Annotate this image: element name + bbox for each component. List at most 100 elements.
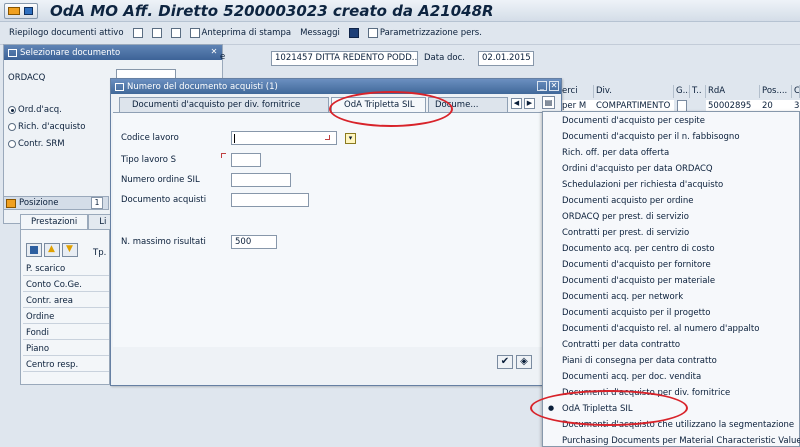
radio-label: Rich. d'acquisto [18, 122, 86, 132]
numero-ordine-input[interactable] [231, 173, 291, 187]
pencil-icon [151, 28, 162, 38]
radio-label: Contr. SRM [18, 139, 65, 149]
search-help-tab-menu: Documenti d'acquisto per cespite Documen… [542, 111, 800, 447]
menu-item[interactable]: Documenti d'acquisto per div. fornitrice [562, 388, 730, 402]
radio-icon [8, 140, 16, 148]
menu-item[interactable]: Documenti d'acquisto per fornitore [562, 260, 711, 274]
document-icon [132, 28, 143, 38]
table-icon[interactable] [26, 243, 42, 257]
tab-list-icon[interactable]: ▤ [542, 96, 555, 109]
edit-button[interactable] [149, 27, 165, 39]
menu-item[interactable]: Piani di consegna per data contratto [562, 356, 717, 370]
print-preview-label: Anteprima di stampa [201, 28, 292, 38]
supplier-field[interactable]: 1021457 DITTA REDENTO PODD... [271, 51, 418, 66]
menu-item[interactable]: Documenti d'acquisto per cespite [562, 116, 705, 130]
window-title: OdA MO Aff. Diretto 5200003023 creato da… [50, 2, 494, 20]
summary-button[interactable]: Riepilogo documenti attivo [6, 27, 127, 39]
chevron-left-icon[interactable]: ◀ [511, 98, 522, 109]
other-doc-button[interactable] [168, 27, 184, 39]
window-icon [115, 82, 124, 91]
table-header[interactable]: erci [560, 85, 594, 98]
sort-down-icon[interactable] [62, 243, 78, 257]
tab-oda-tripletta-sil[interactable]: OdA Tripletta SIL [331, 97, 426, 112]
table-header[interactable]: Pos.... [760, 85, 792, 98]
codice-lavoro-input[interactable] [231, 131, 337, 145]
menu-item[interactable]: Ordini d'acquisto per data ORDACQ [562, 164, 713, 178]
table-header[interactable]: Div. [594, 85, 674, 98]
menu-item[interactable]: Contratti per prest. di servizio [562, 228, 689, 242]
window-icon [8, 48, 17, 57]
switch-icon [170, 28, 181, 38]
app-menu-icon[interactable] [4, 3, 38, 19]
menu-item[interactable]: ORDACQ per prest. di servizio [562, 212, 689, 226]
find-icon[interactable]: ◈ [516, 355, 532, 369]
value-help-icon[interactable]: ▾ [345, 133, 356, 144]
radio-label: Ord.d'acq. [18, 105, 62, 115]
minimize-icon[interactable]: _ [537, 81, 547, 91]
max-results-input[interactable]: 500 [231, 235, 277, 249]
radio-selected-icon [8, 106, 16, 114]
list-item: Ordine [23, 310, 109, 324]
personal-settings-button[interactable]: Parametrizzazione pers. [365, 27, 485, 39]
tab-navigation: ◀ ▶ [511, 98, 535, 109]
dialog-body: Codice lavoro ▾ Tipo lavoro S Numero ord… [113, 112, 559, 347]
chevron-right-icon[interactable]: ▶ [524, 98, 535, 109]
numero-ordine-label: Numero ordine SIL [121, 175, 200, 185]
new-doc-button[interactable] [130, 27, 146, 39]
menu-item[interactable]: Documenti acq. per network [562, 292, 683, 306]
menu-item[interactable]: Rich. off. per data offerta [562, 148, 669, 162]
dialog-footer: ✔ ◈ [497, 355, 532, 369]
select-document-header: Selezionare documento ✕ [4, 45, 222, 60]
position-number[interactable]: 1 [91, 197, 103, 209]
table-header[interactable]: C [792, 85, 800, 98]
close-icon[interactable]: ✕ [549, 81, 559, 91]
table-header[interactable]: T.. [690, 85, 706, 98]
menu-item[interactable]: Documenti acquisto per ordine [562, 196, 694, 210]
position-label: Posizione [19, 198, 59, 208]
table-header[interactable]: RdA [706, 85, 760, 98]
menu-item[interactable]: Documenti acq. per doc. vendita [562, 372, 701, 386]
radio-icon [8, 123, 16, 131]
menu-item[interactable]: Purchasing Documents per Material Charac… [562, 436, 800, 447]
application-toolbar: Riepilogo documenti attivo Anteprima di … [0, 22, 800, 45]
supplier-label: e [220, 52, 226, 62]
list-item: Centro resp. [23, 358, 109, 372]
doc-date-label: Data doc. [424, 53, 465, 63]
summary-label: Riepilogo documenti attivo [9, 28, 124, 38]
print-preview-button[interactable]: Anteprima di stampa [187, 27, 295, 39]
personal-settings-label: Parametrizzazione pers. [379, 28, 482, 38]
print-preview-icon [189, 28, 200, 38]
messages-button[interactable]: Messaggi [297, 27, 343, 39]
menu-item[interactable]: Documenti d'acquisto per materiale [562, 276, 715, 290]
list-item: Piano [23, 342, 109, 356]
menu-item[interactable]: Documento acq. per centro di costo [562, 244, 715, 258]
radio-rich-acquisto[interactable]: Rich. d'acquisto [8, 122, 85, 132]
menu-item[interactable]: Contratti per data contratto [562, 340, 680, 354]
info-button[interactable] [346, 27, 362, 39]
documento-acquisti-input[interactable] [231, 193, 309, 207]
menu-item-selected[interactable]: OdA Tripletta SIL [548, 404, 633, 418]
tab-documenti-more[interactable]: Docume... [428, 97, 508, 112]
radio-ord-acq[interactable]: Ord.d'acq. [8, 105, 62, 115]
type-column-label: Tp. [93, 248, 107, 258]
menu-item[interactable]: Documenti acquisto per il progetto [562, 308, 710, 322]
table-header[interactable]: G... [674, 85, 690, 98]
list-item: P. scarico [23, 262, 109, 276]
check-icon[interactable]: ✔ [497, 355, 513, 369]
tipo-lavoro-input[interactable] [231, 153, 261, 167]
doc-date-field[interactable]: 02.01.2015 [478, 51, 534, 66]
list-item: Contr. area [23, 294, 109, 308]
ordacq-label: ORDACQ [8, 73, 46, 83]
tab-prestazioni[interactable]: Prestazioni [20, 214, 89, 230]
menu-item[interactable]: Documenti d'acquisto rel. al numero d'ap… [562, 324, 759, 338]
documento-acquisti-label: Documento acquisti [121, 195, 207, 205]
tab-div-fornitrice[interactable]: Documenti d'acquisto per div. fornitrice [119, 97, 329, 112]
max-results-label: N. massimo risultati [121, 237, 206, 247]
menu-item[interactable]: Schedulazioni per richiesta d'acquisto [562, 180, 723, 194]
close-icon[interactable]: ✕ [209, 47, 219, 57]
settings-icon [367, 28, 378, 38]
menu-item[interactable]: Documenti d'acquisto per il n. fabbisogn… [562, 132, 740, 146]
sort-up-icon[interactable] [44, 243, 60, 257]
menu-item[interactable]: Documenti d'acquisto che utilizzano la s… [562, 420, 794, 434]
radio-contr-srm[interactable]: Contr. SRM [8, 139, 65, 149]
